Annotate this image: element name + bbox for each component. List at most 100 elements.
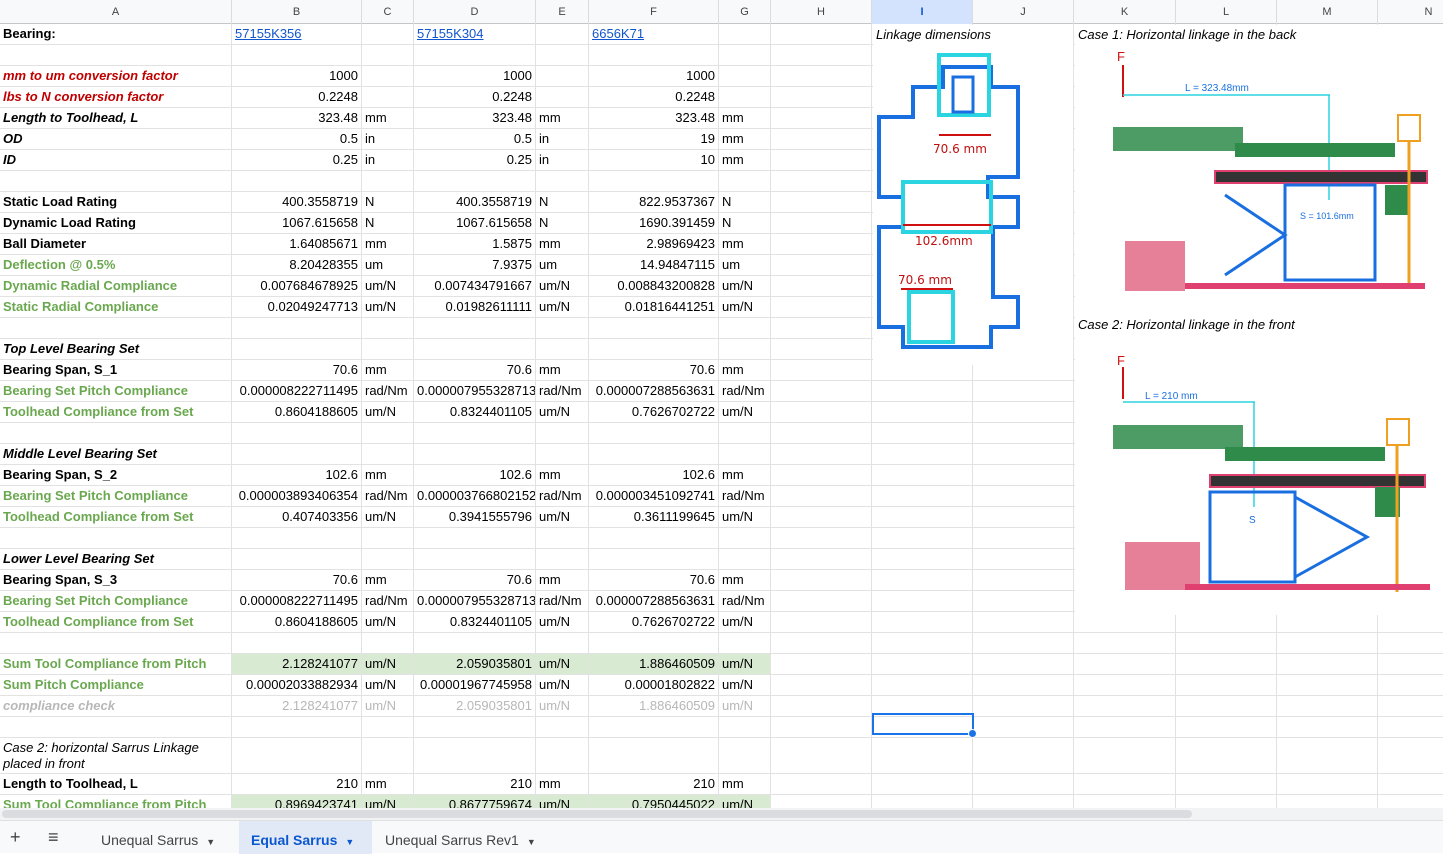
cell-B[interactable] [232,633,362,653]
cell-H[interactable] [771,570,872,590]
cell-E[interactable]: um/N [536,612,589,632]
column-header-C[interactable]: C [362,0,414,24]
cell-F[interactable]: 1.886460509 [589,696,719,716]
cell-L[interactable] [1176,774,1277,794]
cell-B[interactable]: 70.6 [232,570,362,590]
cell-E[interactable]: mm [536,360,589,380]
chevron-down-icon[interactable]: ▼ [527,837,536,847]
cell-G[interactable] [719,24,771,44]
cell-N[interactable] [1378,738,1443,773]
cell-C[interactable] [362,633,414,653]
cell-F[interactable]: 0.01816441251 [589,297,719,317]
cell-K[interactable] [1074,633,1176,653]
cell-E[interactable] [536,318,589,338]
cell-B[interactable]: 400.3558719 [232,192,362,212]
row-label[interactable]: ID [0,150,232,170]
cell-C[interactable]: um/N [362,612,414,632]
row-label[interactable]: Length to Toolhead, L [0,774,232,794]
row-label[interactable] [0,528,232,548]
cell-G[interactable]: mm [719,774,771,794]
cell-I[interactable] [872,774,973,794]
row-label[interactable]: Case 2: horizontal Sarrus Linkage placed… [0,738,232,773]
cell-B[interactable]: 70.6 [232,360,362,380]
cell-H[interactable] [771,612,872,632]
cell-K[interactable] [1074,717,1176,737]
cell-J[interactable] [973,423,1074,443]
cell-D[interactable]: 7.9375 [414,255,536,275]
cell-M[interactable] [1277,654,1378,674]
column-header-A[interactable]: A [0,0,232,24]
cell-E[interactable]: rad/Nm [536,381,589,401]
cell-C[interactable]: um/N [362,402,414,422]
cell-B[interactable]: 2.128241077 [232,654,362,674]
cell-G[interactable] [719,66,771,86]
row-label[interactable]: Dynamic Radial Compliance [0,276,232,296]
cell-G[interactable]: um/N [719,696,771,716]
cell-N[interactable] [1378,633,1443,653]
row-label[interactable] [0,717,232,737]
column-header-F[interactable]: F [589,0,719,24]
row-label[interactable]: Bearing Span, S_3 [0,570,232,590]
cell-B[interactable]: 0.007684678925 [232,276,362,296]
cell-G[interactable] [719,423,771,443]
cell-H[interactable] [771,633,872,653]
cell-H[interactable] [771,150,872,170]
case2-image[interactable]: Case 2: Horizontal linkage in the front … [1075,315,1443,615]
cell-L[interactable] [1176,717,1277,737]
cell-J[interactable] [973,612,1074,632]
cell-H[interactable] [771,528,872,548]
cell-C[interactable]: mm [362,570,414,590]
cell-G[interactable]: um/N [719,612,771,632]
cell-B[interactable]: 2.128241077 [232,696,362,716]
cell-C[interactable] [362,87,414,107]
column-header-M[interactable]: M [1277,0,1378,24]
cell-E[interactable] [536,66,589,86]
cell-M[interactable] [1277,675,1378,695]
cell-B[interactable]: 0.2248 [232,87,362,107]
add-sheet-icon[interactable]: + [10,827,21,848]
cell-I[interactable] [872,738,973,773]
row-label[interactable]: Static Load Rating [0,192,232,212]
cell-G[interactable]: mm [719,360,771,380]
cell-J[interactable] [973,717,1074,737]
cell-E[interactable] [536,444,589,464]
cell-D[interactable]: 70.6 [414,570,536,590]
cell-F[interactable]: 323.48 [589,108,719,128]
cell-I[interactable] [872,570,973,590]
cell-E[interactable]: um/N [536,276,589,296]
cell-D[interactable]: 0.000007955328713 [414,591,536,611]
cell-D[interactable] [414,528,536,548]
cell-F[interactable]: 210 [589,774,719,794]
column-header-E[interactable]: E [536,0,589,24]
cell-G[interactable]: mm [719,570,771,590]
row-label[interactable]: Lower Level Bearing Set [0,549,232,569]
cell-F[interactable]: 1000 [589,66,719,86]
row-label[interactable]: Deflection @ 0.5% [0,255,232,275]
cell-B[interactable]: 0.000008222711495 [232,591,362,611]
column-header-L[interactable]: L [1176,0,1277,24]
cell-H[interactable] [771,675,872,695]
cell-G[interactable]: mm [719,129,771,149]
cell-C[interactable] [362,423,414,443]
cell-D[interactable]: 0.5 [414,129,536,149]
cell-C[interactable] [362,66,414,86]
cell-G[interactable]: mm [719,465,771,485]
cell-E[interactable]: rad/Nm [536,486,589,506]
cell-G[interactable] [719,339,771,359]
cell-B[interactable]: 0.8969423741 [232,795,362,808]
cell-E[interactable]: mm [536,234,589,254]
cell-C[interactable]: um/N [362,276,414,296]
row-label[interactable]: Length to Toolhead, L [0,108,232,128]
cell-E[interactable]: rad/Nm [536,591,589,611]
row-label[interactable]: Top Level Bearing Set [0,339,232,359]
cell-F[interactable]: 0.00001802822 [589,675,719,695]
cell-D[interactable]: 0.8324401105 [414,612,536,632]
cell-F[interactable] [589,339,719,359]
cell-F[interactable]: 0.008843200828 [589,276,719,296]
cell-E[interactable]: mm [536,570,589,590]
cell-H[interactable] [771,255,872,275]
cell-F[interactable]: 0.000003451092741 [589,486,719,506]
cell-B[interactable]: 102.6 [232,465,362,485]
cell-G[interactable]: um/N [719,795,771,808]
cell-C[interactable] [362,24,414,44]
